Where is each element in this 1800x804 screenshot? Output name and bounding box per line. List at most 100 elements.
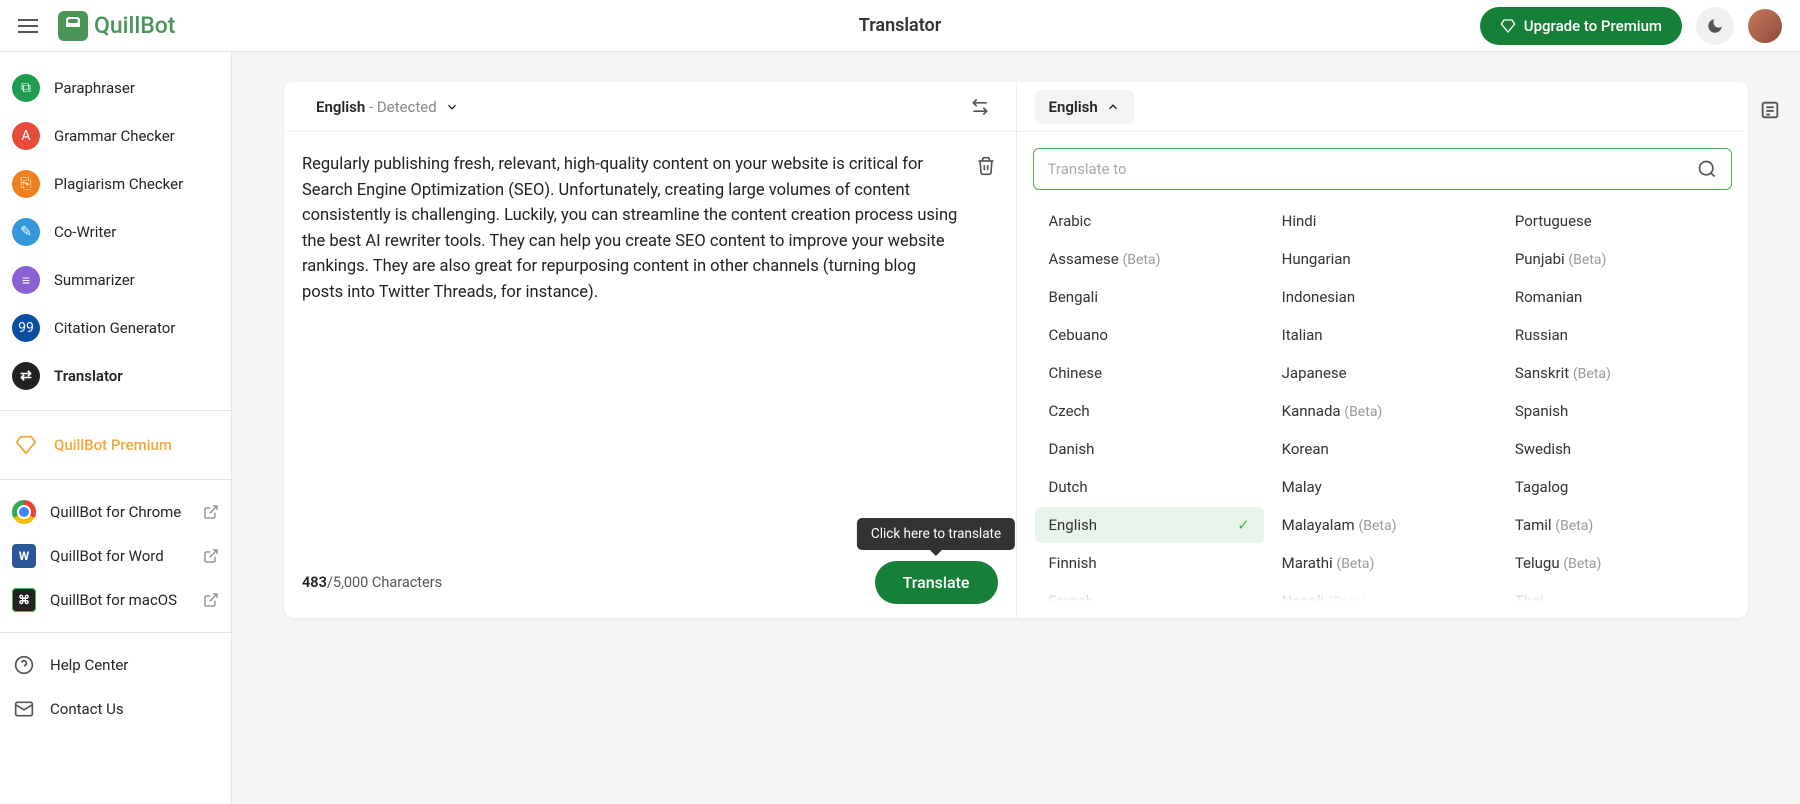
search-icon	[1697, 159, 1717, 179]
lang-option-russian[interactable]: Russian	[1501, 317, 1730, 353]
lang-name: Tamil (Beta)	[1515, 516, 1593, 534]
lang-name: Bengali	[1049, 288, 1098, 306]
lang-option-spanish[interactable]: Spanish	[1501, 393, 1730, 429]
sidebar-item-paraphraser[interactable]: ⧉Paraphraser	[4, 64, 227, 112]
tool-icon: 99	[12, 314, 40, 342]
lang-option-kannada[interactable]: Kannada (Beta)	[1268, 393, 1497, 429]
lang-name: Russian	[1515, 326, 1568, 344]
lang-option-chinese[interactable]: Chinese	[1035, 355, 1264, 391]
history-button[interactable]	[1756, 96, 1784, 124]
lang-name: Sanskrit (Beta)	[1515, 364, 1611, 382]
extension-label: QuillBot for macOS	[50, 591, 177, 609]
lang-option-swedish[interactable]: Swedish	[1501, 431, 1730, 467]
history-icon	[1759, 99, 1781, 121]
lang-name: Hungarian	[1282, 250, 1351, 268]
support-help[interactable]: Help Center	[4, 643, 227, 687]
language-search-input[interactable]	[1048, 160, 1698, 178]
source-lang-button[interactable]: English - Detected	[302, 90, 473, 124]
external-link-icon	[203, 504, 219, 520]
extension-label: QuillBot for Word	[50, 547, 164, 565]
source-lang-bar: English - Detected	[284, 82, 1016, 132]
premium-link[interactable]: QuillBot Premium	[4, 421, 227, 469]
tool-icon: A	[12, 122, 40, 150]
source-bottom-bar: 483/5,000 Characters Click here to trans…	[284, 547, 1016, 618]
lang-name: Cebuano	[1049, 326, 1108, 344]
lang-option-telugu[interactable]: Telugu (Beta)	[1501, 545, 1730, 581]
clear-text-button[interactable]	[970, 150, 1002, 182]
lang-option-arabic[interactable]: Arabic	[1035, 203, 1264, 239]
lang-name: Japanese	[1282, 364, 1347, 382]
lang-option-dutch[interactable]: Dutch	[1035, 469, 1264, 505]
lang-option-portuguese[interactable]: Portuguese	[1501, 203, 1730, 239]
lang-option-romanian[interactable]: Romanian	[1501, 279, 1730, 315]
lang-name: Tagalog	[1515, 478, 1569, 496]
lang-option-sanskrit[interactable]: Sanskrit (Beta)	[1501, 355, 1730, 391]
lang-name: Malayalam (Beta)	[1282, 516, 1397, 534]
source-text: Regularly publishing fresh, relevant, hi…	[302, 152, 998, 305]
tool-icon: ✎	[12, 218, 40, 246]
sidebar-item-translator[interactable]: ⇄Translator	[4, 352, 227, 400]
source-lang-suffix: - Detected	[365, 98, 436, 116]
lang-name: Romanian	[1515, 288, 1583, 306]
lang-option-hungarian[interactable]: Hungarian	[1268, 241, 1497, 277]
lang-option-danish[interactable]: Danish	[1035, 431, 1264, 467]
target-panel: English ArabicHindiPortuguese Assamese (B…	[1017, 82, 1749, 618]
premium-label: QuillBot Premium	[54, 436, 172, 454]
target-lang-name: English	[1049, 98, 1098, 116]
extension-word[interactable]: WQuillBot for Word	[4, 534, 227, 578]
chevron-up-icon	[1106, 100, 1120, 114]
lang-option-tamil[interactable]: Tamil (Beta)	[1501, 507, 1730, 543]
lang-option-hindi[interactable]: Hindi	[1268, 203, 1497, 239]
lang-name: Malay	[1282, 478, 1322, 496]
lang-option-french[interactable]: French	[1035, 583, 1264, 602]
lang-option-marathi[interactable]: Marathi (Beta)	[1268, 545, 1497, 581]
trash-icon	[976, 156, 996, 176]
lang-option-tagalog[interactable]: Tagalog	[1501, 469, 1730, 505]
lang-option-malay[interactable]: Malay	[1268, 469, 1497, 505]
lang-option-indonesian[interactable]: Indonesian	[1268, 279, 1497, 315]
translate-button[interactable]: Translate	[875, 561, 998, 604]
sidebar-item-citation-generator[interactable]: 99Citation Generator	[4, 304, 227, 352]
source-text-area[interactable]: Regularly publishing fresh, relevant, hi…	[284, 132, 1016, 547]
lang-name: Thai	[1515, 592, 1544, 602]
logo-icon	[58, 11, 88, 41]
divider	[0, 632, 231, 633]
lang-option-thai[interactable]: Thai	[1501, 583, 1730, 602]
lang-option-korean[interactable]: Korean	[1268, 431, 1497, 467]
sidebar-item-grammar-checker[interactable]: AGrammar Checker	[4, 112, 227, 160]
lang-option-punjabi[interactable]: Punjabi (Beta)	[1501, 241, 1730, 277]
lang-name: Dutch	[1049, 478, 1088, 496]
lang-option-bengali[interactable]: Bengali	[1035, 279, 1264, 315]
target-lang-button[interactable]: English	[1035, 90, 1134, 124]
lang-option-nepali[interactable]: Nepali (Beta)	[1268, 583, 1497, 602]
sidebar-item-plagiarism-checker[interactable]: ⎘Plagiarism Checker	[4, 160, 227, 208]
page-title: Translator	[859, 15, 941, 36]
lang-option-japanese[interactable]: Japanese	[1268, 355, 1497, 391]
language-search-wrap	[1033, 148, 1733, 190]
swap-languages-button[interactable]	[962, 89, 998, 125]
sidebar-item-label: Translator	[54, 367, 123, 385]
lang-option-italian[interactable]: Italian	[1268, 317, 1497, 353]
upgrade-button[interactable]: Upgrade to Premium	[1480, 7, 1682, 45]
user-avatar[interactable]	[1748, 9, 1782, 43]
extension-mac[interactable]: ⌘QuillBot for macOS	[4, 578, 227, 622]
lang-option-malayalam[interactable]: Malayalam (Beta)	[1268, 507, 1497, 543]
lang-option-assamese[interactable]: Assamese (Beta)	[1035, 241, 1264, 277]
menu-button[interactable]	[18, 12, 46, 40]
sidebar-item-summarizer[interactable]: ≡Summarizer	[4, 256, 227, 304]
lang-name: Danish	[1049, 440, 1095, 458]
lang-option-cebuano[interactable]: Cebuano	[1035, 317, 1264, 353]
lang-name: Indonesian	[1282, 288, 1355, 306]
lang-name: French	[1049, 592, 1094, 602]
sidebar-item-co-writer[interactable]: ✎Co-Writer	[4, 208, 227, 256]
support-mail[interactable]: Contact Us	[4, 687, 227, 731]
lang-name: Chinese	[1049, 364, 1103, 382]
logo[interactable]: QuillBot	[58, 11, 175, 41]
lang-name: Italian	[1282, 326, 1323, 344]
lang-option-english[interactable]: English✓	[1035, 507, 1264, 543]
lang-option-czech[interactable]: Czech	[1035, 393, 1264, 429]
sidebar-item-label: Summarizer	[54, 271, 135, 289]
extension-chrome[interactable]: QuillBot for Chrome	[4, 490, 227, 534]
theme-toggle[interactable]	[1696, 7, 1734, 45]
lang-option-finnish[interactable]: Finnish	[1035, 545, 1264, 581]
